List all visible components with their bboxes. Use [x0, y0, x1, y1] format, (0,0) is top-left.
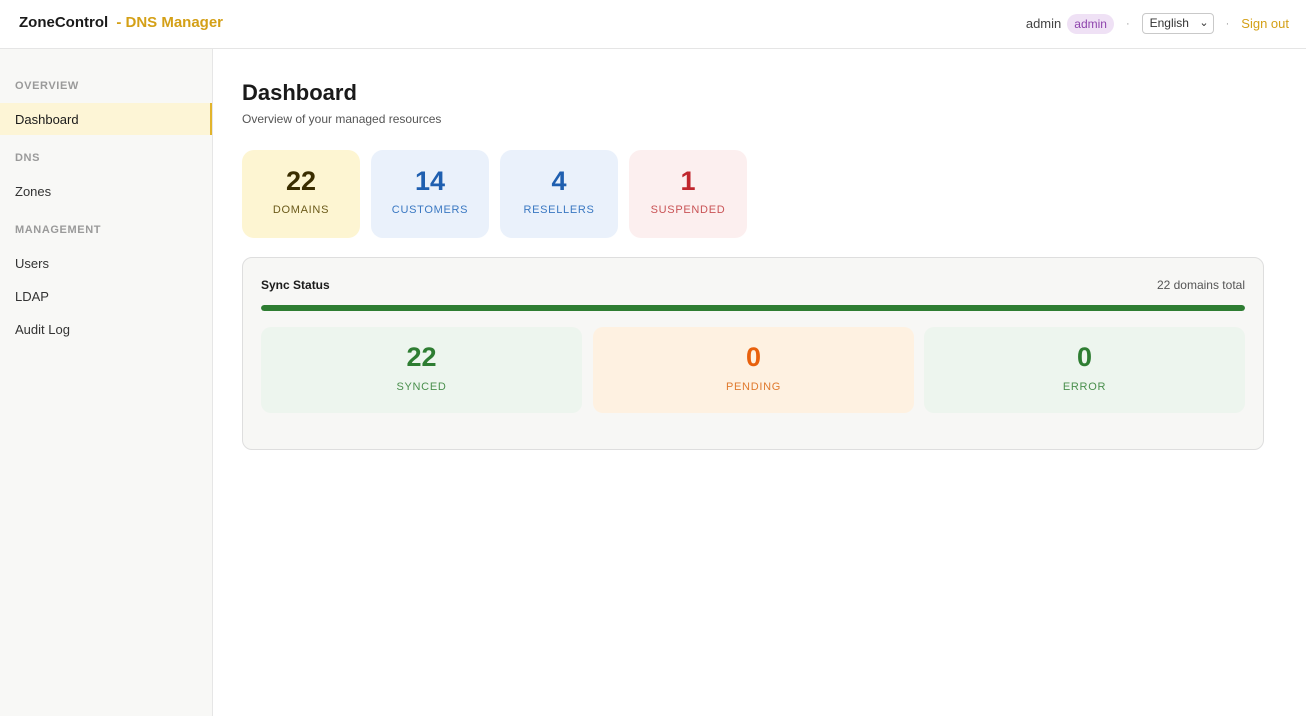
stat-card-suspended[interactable]: 1 SUSPENDED [629, 150, 747, 238]
sync-label: SYNCED [396, 381, 447, 393]
sync-progress-fill [261, 305, 1245, 311]
top-bar: ZoneControl - DNS Manager admin admin · … [0, 0, 1306, 49]
stat-label: CUSTOMERS [391, 204, 469, 216]
sidebar-item-ldap[interactable]: LDAP [0, 280, 212, 312]
stat-label: SUSPENDED [650, 204, 726, 216]
sidebar-section-overview: OVERVIEW [15, 80, 79, 92]
separator-dot: · [1225, 17, 1230, 30]
user-bar: admin admin · English ⌄ · Sign out [1026, 12, 1289, 35]
stat-card-resellers[interactable]: 4 RESELLERS [500, 150, 618, 238]
sidebar-item-dashboard[interactable]: Dashboard [0, 103, 212, 135]
sync-value: 22 [406, 342, 437, 372]
role-badge: admin [1067, 13, 1114, 34]
chevron-down-icon: ⌄ [1199, 17, 1209, 29]
sync-total-count: 22 domains total [1156, 278, 1245, 292]
page-title: Dashboard [242, 80, 357, 105]
sync-label: PENDING [725, 381, 782, 393]
sync-progress-bar [261, 305, 1245, 311]
stat-value: 14 [414, 166, 446, 196]
page-subtitle: Overview of your managed resources [242, 112, 442, 126]
stat-card-domains[interactable]: 22 DOMAINS [242, 150, 360, 238]
sidebar: OVERVIEW Dashboard DNS Zones MANAGEMENT … [0, 49, 213, 716]
stat-label: DOMAINS [272, 204, 330, 216]
sidebar-item-zones[interactable]: Zones [0, 175, 212, 207]
sign-out-link[interactable]: Sign out [1241, 16, 1289, 31]
sync-card-error: 0 ERROR [924, 327, 1245, 413]
sidebar-section-dns: DNS [15, 152, 41, 164]
stat-card-customers[interactable]: 14 CUSTOMERS [371, 150, 489, 238]
language-select[interactable]: English ⌄ [1141, 13, 1214, 34]
sync-status-panel: Sync Status 22 domains total 22 SYNCED 0… [242, 257, 1264, 450]
sidebar-item-users[interactable]: Users [0, 247, 212, 279]
sidebar-item-audit-log[interactable]: Audit Log [0, 313, 212, 345]
stat-value: 1 [680, 166, 696, 196]
brand-name: ZoneControl [19, 14, 109, 31]
stat-label: RESELLERS [523, 204, 595, 216]
stat-value: 4 [551, 166, 567, 196]
separator-dot: · [1125, 17, 1130, 30]
sync-value: 0 [1076, 342, 1093, 372]
brand-suffix: - DNS Manager [116, 14, 224, 31]
sync-card-pending: 0 PENDING [593, 327, 914, 413]
language-selected-value: English [1149, 16, 1189, 30]
sidebar-section-management: MANAGEMENT [15, 224, 102, 236]
sync-status-title: Sync Status [261, 278, 330, 292]
app-brand[interactable]: ZoneControl - DNS Manager [19, 14, 223, 31]
sync-label: ERROR [1062, 381, 1107, 393]
stat-value: 22 [285, 166, 317, 196]
sync-value: 0 [745, 342, 762, 372]
sync-card-synced: 22 SYNCED [261, 327, 582, 413]
username: admin [1025, 16, 1062, 31]
